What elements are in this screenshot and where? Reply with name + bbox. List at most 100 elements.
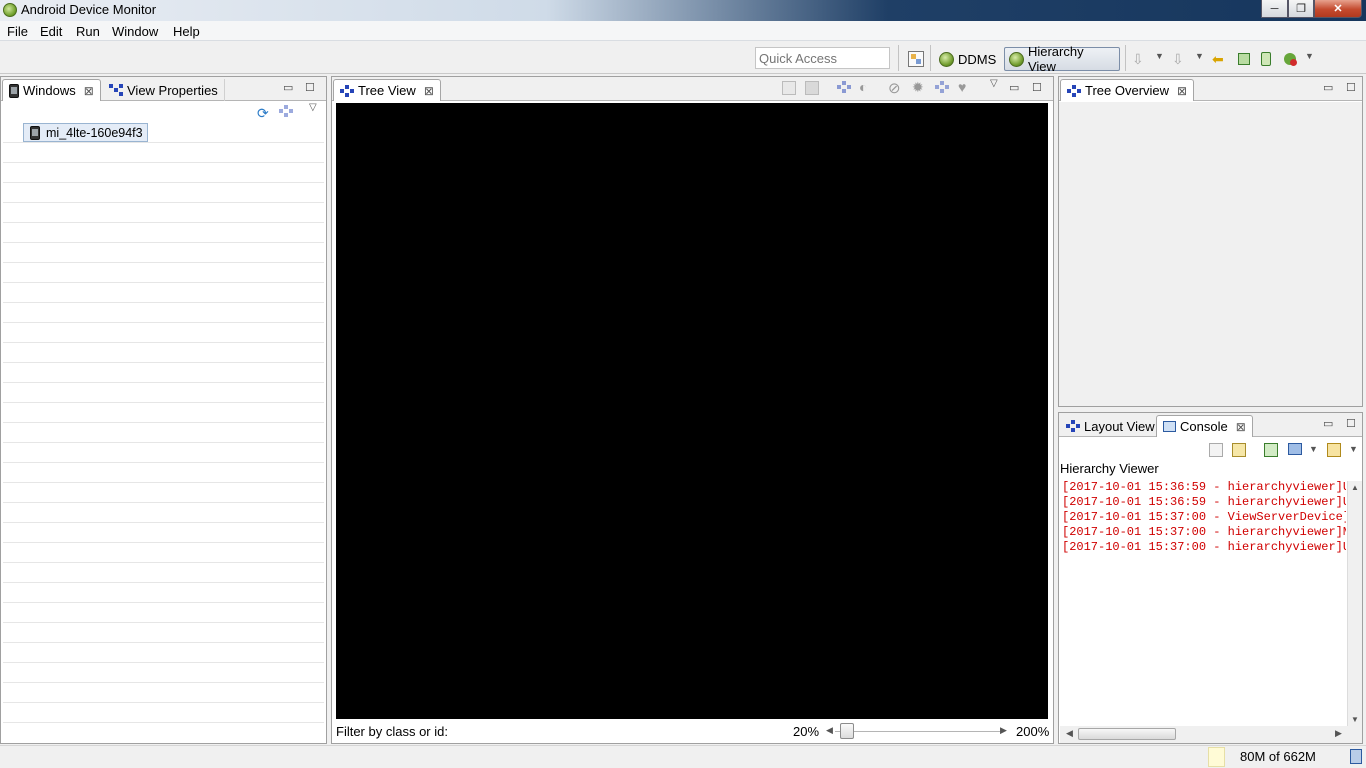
tree-canvas[interactable] (336, 103, 1048, 719)
gc-icon[interactable] (1258, 51, 1274, 67)
tree-overview-panel: Tree Overview ⊠ ▭ ☐ (1058, 76, 1363, 407)
scroll-lock-icon[interactable] (1232, 443, 1246, 457)
tab-windows-label: Windows (23, 83, 76, 98)
tree-overview-canvas[interactable] (1059, 102, 1362, 406)
toolbar-separator (898, 45, 899, 71)
trash-icon[interactable] (1350, 749, 1362, 764)
tab-layout-view[interactable]: Layout View (1060, 415, 1162, 437)
menu-edit[interactable]: Edit (40, 24, 62, 39)
phone-icon (9, 83, 19, 98)
maximize-panel-icon[interactable]: ☐ (1032, 81, 1042, 94)
dropdown-arrow-icon[interactable]: ▼ (1309, 444, 1318, 454)
tab-tree-view-label: Tree View (358, 83, 416, 98)
display-view-icon[interactable] (837, 81, 851, 96)
ddms-label: DDMS (958, 51, 997, 67)
minimize-button[interactable]: ─ (1261, 0, 1288, 18)
hierarchy-view-icon (1009, 51, 1024, 67)
dropdown-arrow-icon[interactable]: ▼ (1195, 51, 1204, 61)
capture-layers-icon[interactable] (805, 81, 819, 95)
tab-tree-view[interactable]: Tree View ⊠ (333, 79, 441, 101)
stop-process-icon[interactable] (1282, 51, 1298, 67)
filter-label: Filter by class or id: (336, 724, 448, 739)
hierarchy-view-perspective-button[interactable]: Hierarchy View (1004, 44, 1120, 74)
maximize-panel-icon[interactable]: ☐ (305, 81, 315, 94)
minimize-panel-icon[interactable]: ▭ (283, 81, 293, 94)
hierarchy-view-label: Hierarchy View (1027, 44, 1084, 74)
console-line: [2017-10-01 15:36:59 - hierarchyviewer]U… (1062, 495, 1346, 509)
close-tab-icon[interactable]: ⊠ (84, 84, 94, 98)
status-indicator (1208, 747, 1225, 767)
view-menu-icon[interactable]: ▽ (309, 102, 317, 113)
title-bar: Android Device Monitor ─ ❐ ✕ (0, 0, 1366, 21)
close-tab-icon[interactable]: ⊠ (1236, 420, 1246, 434)
zoom-increase-icon[interactable]: ▶ (1000, 725, 1007, 736)
view-menu-icon[interactable]: ▽ (990, 78, 998, 89)
close-button[interactable]: ✕ (1314, 0, 1362, 18)
dump-displaylist-icon[interactable]: ⊘ (888, 79, 901, 97)
maximize-button[interactable]: ❐ (1288, 0, 1314, 18)
tab-console[interactable]: Console ⊠ (1156, 415, 1253, 437)
device-list-item[interactable]: mi_4lte-160e94f3 (23, 123, 148, 142)
menu-bar: File Edit Run Window Help (0, 21, 1366, 41)
dump-hprof-icon[interactable] (1236, 51, 1252, 67)
phone-icon (30, 125, 40, 140)
refresh-icon[interactable]: ⟳ (257, 105, 269, 122)
open-console-icon[interactable] (1327, 443, 1341, 457)
maximize-panel-icon[interactable]: ☐ (1346, 81, 1356, 94)
device-name: mi_4lte-160e94f3 (46, 125, 143, 140)
request-layout-icon[interactable]: ✹ (912, 79, 924, 96)
window-title: Android Device Monitor (21, 2, 157, 17)
main-toolbar: DDMS Hierarchy View ⇩ ▼ ⇩ ▼ ⬅ ▼ (0, 42, 1366, 74)
dropdown-arrow-icon[interactable]: ▼ (1305, 51, 1314, 61)
clear-console-icon[interactable] (1209, 443, 1223, 457)
maximize-panel-icon[interactable]: ☐ (1346, 417, 1356, 430)
hierarchy-icon (1066, 420, 1080, 432)
display-console-icon[interactable] (1288, 443, 1302, 455)
close-tab-icon[interactable]: ⊠ (424, 84, 434, 98)
toolbar-separator (1125, 45, 1126, 71)
filter-input[interactable] (455, 722, 785, 740)
console-scroll-thumb[interactable] (1078, 728, 1176, 740)
tab-windows[interactable]: Windows ⊠ (2, 79, 101, 101)
load-view-hierarchy-icon[interactable]: ⇩ (1132, 51, 1148, 67)
windows-panel: Windows ⊠ View Properties ▭ ☐ ⟳ ▽ (0, 76, 327, 744)
heart-icon[interactable]: ♥ (958, 79, 966, 95)
zoom-decrease-icon[interactable]: ◀ (826, 725, 833, 736)
minimize-panel-icon[interactable]: ▭ (1323, 81, 1333, 94)
menu-file[interactable]: File (7, 24, 28, 39)
save-png-icon[interactable] (782, 81, 796, 95)
app-icon (3, 3, 17, 17)
invalidate-layout-icon[interactable]: ◐ (859, 79, 867, 95)
tab-layout-view-label: Layout View (1084, 418, 1155, 434)
zoom-slider-track[interactable] (835, 731, 1001, 732)
status-bar: 80M of 662M (0, 745, 1366, 768)
menu-window[interactable]: Window (112, 24, 158, 39)
dropdown-arrow-icon[interactable]: ▼ (1349, 444, 1358, 454)
minimize-panel-icon[interactable]: ▭ (1009, 81, 1019, 94)
menu-help[interactable]: Help (173, 24, 200, 39)
quick-access-input[interactable] (755, 47, 890, 69)
tab-tree-overview[interactable]: Tree Overview ⊠ (1060, 79, 1195, 101)
zoom-max-label: 200% (1016, 724, 1050, 739)
console-vertical-scrollbar[interactable]: ▲ ▼ (1347, 481, 1362, 726)
refresh-key-icon[interactable]: ⬅ (1212, 51, 1228, 67)
profile-nodes-icon[interactable] (935, 81, 949, 96)
load-hierarchy-icon[interactable] (279, 105, 293, 120)
console-line: [2017-10-01 15:37:00 - hierarchyviewer]U… (1062, 540, 1346, 554)
pin-console-icon[interactable] (1264, 443, 1278, 457)
menu-run[interactable]: Run (76, 24, 100, 39)
minimize-panel-icon[interactable]: ▭ (1323, 417, 1333, 430)
tab-tree-overview-label: Tree Overview (1085, 83, 1170, 98)
dropdown-arrow-icon[interactable]: ▼ (1155, 51, 1164, 61)
ddms-icon (939, 51, 954, 67)
zoom-slider-thumb[interactable] (840, 723, 854, 739)
tab-view-properties[interactable]: View Properties (103, 79, 225, 101)
toolbar-separator (930, 45, 931, 71)
open-perspective-icon[interactable] (908, 51, 924, 67)
ddms-perspective-button[interactable]: DDMS (935, 47, 1000, 71)
console-line: [2017-10-01 15:37:00 - ViewServerDevice]… (1062, 510, 1346, 524)
console-tabbar: Layout View Console ⊠ ▭ ☐ (1059, 413, 1362, 437)
inspect-screenshot-icon[interactable]: ⇩ (1172, 51, 1188, 67)
close-tab-icon[interactable]: ⊠ (1177, 84, 1187, 98)
console-horizontal-scrollbar[interactable]: ◀ ▶ (1060, 726, 1362, 743)
